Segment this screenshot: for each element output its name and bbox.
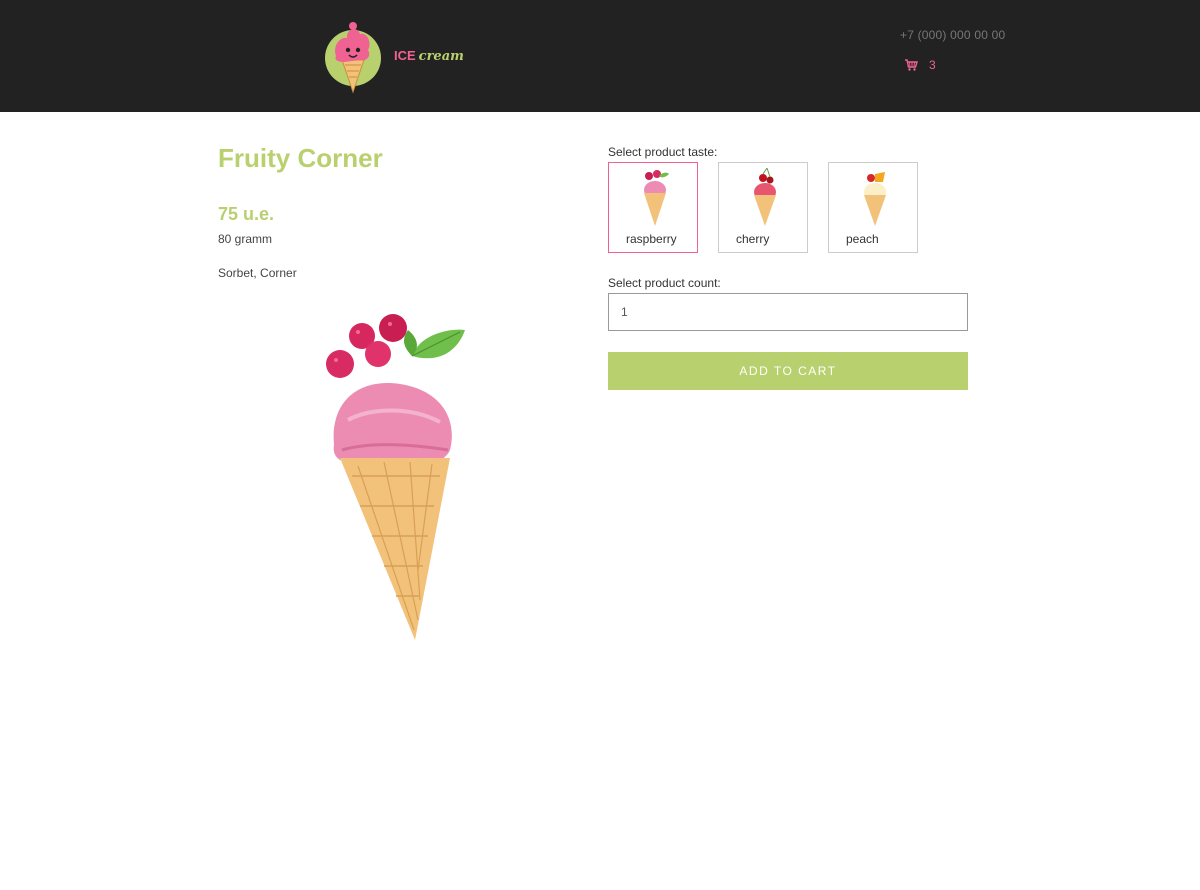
ice-cream-mascot-icon [325, 22, 381, 94]
product-weight: 80 gramm [218, 232, 273, 246]
raspberry-decoration [326, 314, 407, 378]
taste-option-cherry[interactable]: cherry [718, 162, 808, 253]
peach-cone-icon [864, 172, 886, 226]
logo-text: ICE cream [394, 49, 464, 63]
taste-name: cherry [736, 232, 770, 246]
site-header: ICE cream +7 (000) 000 00 00 3 [0, 0, 1200, 112]
count-label: Select product count: [608, 276, 721, 290]
cart-button[interactable]: 3 [904, 58, 936, 72]
product-tags: Sorbet, Corner [218, 266, 297, 280]
product-title: Fruity Corner [218, 143, 383, 173]
cart-count: 3 [929, 58, 936, 72]
product-price: 75 u.e. [218, 204, 275, 224]
taste-name: peach [846, 232, 879, 246]
taste-option-raspberry[interactable]: raspberry [608, 162, 698, 253]
cart-icon [905, 59, 918, 71]
add-to-cart-button[interactable]: ADD TO CART [608, 352, 968, 390]
logo-word-cream: cream [418, 49, 464, 64]
logo[interactable]: ICE cream [322, 18, 464, 94]
count-input[interactable] [608, 293, 968, 331]
mint-leaf-decoration [404, 329, 465, 359]
taste-name: raspberry [626, 232, 677, 246]
product-image [326, 314, 465, 640]
logo-word-ice: ICE [394, 48, 416, 63]
taste-selector: raspberry cherry peach [608, 162, 938, 253]
phone-number[interactable]: +7 (000) 000 00 00 [900, 28, 1005, 42]
taste-option-peach[interactable]: peach [828, 162, 918, 253]
taste-label: Select product taste: [608, 145, 718, 159]
raspberry-cone-icon [644, 170, 669, 226]
cherry-cone-icon [754, 168, 776, 226]
